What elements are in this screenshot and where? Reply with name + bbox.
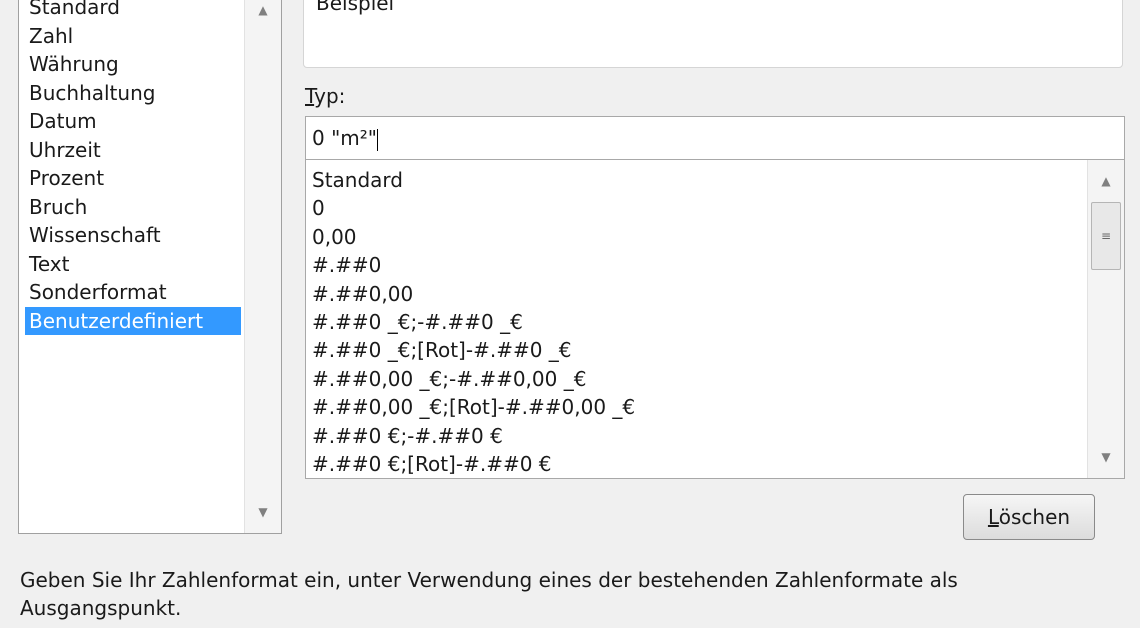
scroll-thumb[interactable]: ≡ (1091, 202, 1121, 270)
category-item[interactable]: Währung (25, 50, 123, 78)
format-item[interactable]: #.##0 _€;-#.##0 _€ (312, 308, 523, 336)
category-item[interactable]: Wissenschaft (25, 221, 165, 249)
category-item[interactable]: Buchhaltung (25, 79, 159, 107)
type-label: Typ: (305, 84, 345, 108)
format-item[interactable]: #.##0 (312, 251, 381, 279)
sample-group: Beispiel (303, 0, 1123, 68)
delete-label: öschen (998, 505, 1071, 529)
scroll-up-icon[interactable]: ▲ (245, 3, 281, 17)
format-item[interactable]: 0,00 (312, 223, 357, 251)
category-item[interactable]: Benutzerdefiniert (25, 306, 241, 335)
type-label-mnemonic: T (305, 84, 315, 108)
format-item[interactable]: #.##0,00 _€;-#.##0,00 _€ (312, 365, 586, 393)
format-item[interactable]: #.##0 _€;[Rot]-#.##0 _€ (312, 336, 572, 364)
category-item[interactable]: Text (25, 250, 73, 278)
category-item[interactable]: Sonderformat (25, 278, 171, 306)
type-label-text: yp: (314, 84, 346, 108)
category-item[interactable]: Bruch (25, 193, 91, 221)
category-item[interactable]: Datum (25, 107, 101, 135)
type-input[interactable]: 0 "m²" (305, 116, 1125, 160)
format-item[interactable]: #.##0 €;-#.##0 € (312, 422, 503, 450)
format-item[interactable]: #.##0 €;[Rot]-#.##0 € (312, 450, 552, 478)
scroll-down-icon[interactable]: ▼ (245, 505, 281, 519)
description-text: Geben Sie Ihr Zahlenformat ein, unter Ve… (20, 568, 958, 620)
category-item[interactable]: Uhrzeit (25, 136, 105, 164)
category-item[interactable]: Prozent (25, 164, 108, 192)
format-item[interactable]: 0 (312, 194, 325, 222)
scroll-down-icon[interactable]: ▼ (1088, 450, 1124, 464)
format-item[interactable]: #.##0,00 (312, 280, 413, 308)
category-item[interactable]: Zahl (25, 22, 77, 50)
text-caret (376, 128, 378, 151)
category-scrollbar[interactable]: ▲ ▼ (244, 0, 281, 533)
type-input-value: 0 "m²" (312, 126, 377, 150)
format-list[interactable]: ▲ ≡ ▼ Standard 0 0,00 #.##0 #.##0,00 #.##0 _€… (305, 159, 1125, 479)
format-item[interactable]: #.##0,00 _€;[Rot]-#.##0,00 _€ (312, 393, 635, 421)
category-item[interactable]: Standard (25, 0, 124, 21)
format-item[interactable]: Standard (312, 166, 403, 194)
format-scrollbar[interactable]: ▲ ≡ ▼ (1087, 160, 1124, 478)
sample-label: Beispiel (316, 0, 395, 15)
scroll-up-icon[interactable]: ▲ (1088, 174, 1124, 188)
delete-button[interactable]: Löschen (963, 494, 1095, 540)
delete-mnemonic: L (987, 505, 999, 529)
category-list[interactable]: ▲ ▼ Standard Zahl Währung Buchhaltung Datum U… (18, 0, 282, 534)
